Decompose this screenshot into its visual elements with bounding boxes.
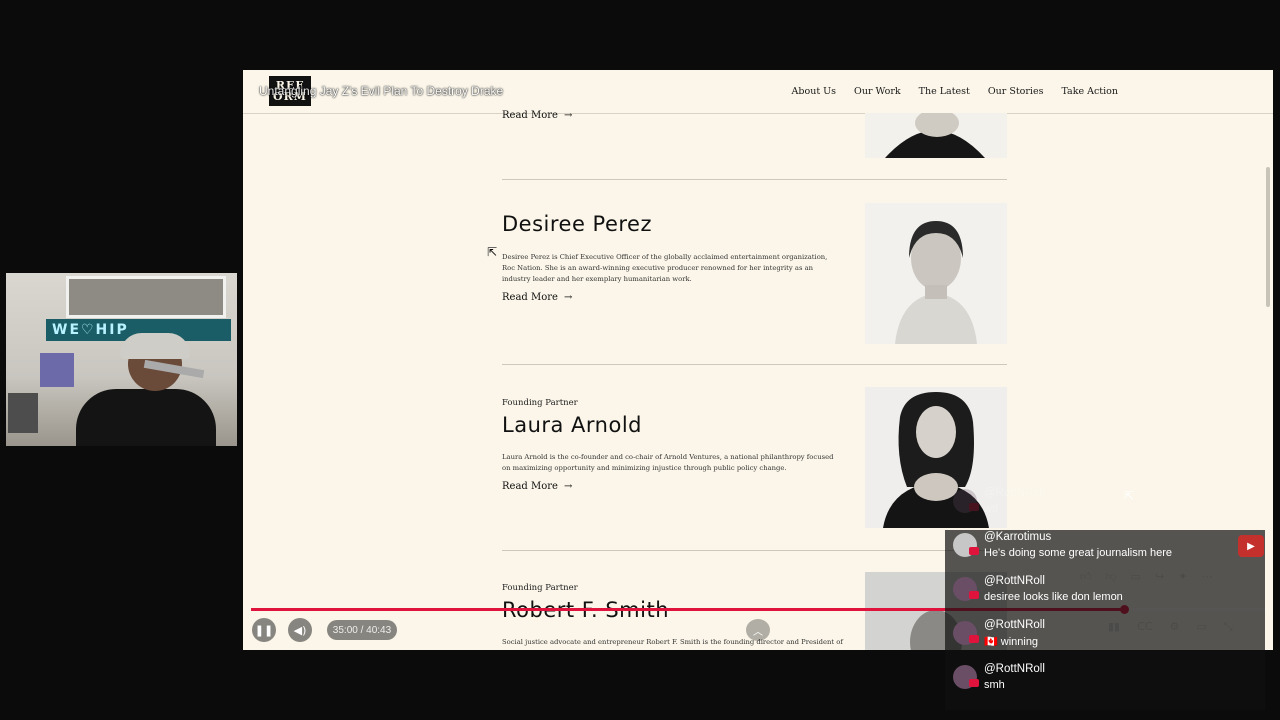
chat-username: @RottNRoll [984, 487, 1045, 499]
chat-text: desiree looks like don lemon [984, 591, 1123, 603]
chat-username: @RottNRoll [984, 663, 1045, 675]
read-more-link[interactable]: Read More → [502, 292, 572, 303]
chat-text: 🇨🇦 winning [984, 636, 1039, 648]
nav-our-stories[interactable]: Our Stories [988, 86, 1044, 97]
nav-take-action[interactable]: Take Action [1061, 86, 1118, 97]
divider [502, 364, 1007, 365]
profile-photo-image [865, 203, 1007, 344]
youtube-badge-icon [969, 503, 979, 511]
time-display: 35:00 / 40:43 [327, 620, 397, 640]
chevron-up-icon: ︿ [753, 626, 763, 638]
nav-our-work[interactable]: Our Work [854, 86, 901, 97]
streamer-cap [120, 333, 190, 359]
site-scrollbar[interactable] [1266, 167, 1270, 307]
read-more-link[interactable]: Read More → [502, 110, 572, 121]
nav-about-us[interactable]: About Us [792, 86, 837, 97]
entry-name: Laura Arnold [502, 413, 643, 437]
streamer-body [76, 389, 216, 446]
volume-button[interactable]: ◀) [288, 618, 312, 642]
chat-text: smh [984, 679, 1005, 691]
wall-frame [66, 276, 226, 318]
read-more-label: Read More [502, 481, 558, 492]
chat-text: He's doing some great journalism here [984, 547, 1172, 559]
chat-username: @RottNRoll [984, 575, 1045, 587]
youtube-badge-icon [969, 635, 979, 643]
entry-description: Social justice advocate and entrepreneur… [502, 638, 843, 650]
entry-role: Founding Partner [502, 583, 578, 593]
read-more-link[interactable]: Read More → [502, 481, 572, 492]
mouse-cursor-icon: ⇱ [487, 245, 498, 259]
divider [502, 179, 1007, 180]
nav-the-latest[interactable]: The Latest [919, 86, 970, 97]
chat-username: @RottNRoll [984, 619, 1045, 631]
expand-up-button[interactable]: ︿ [746, 619, 770, 641]
volume-icon: ◀) [293, 623, 307, 637]
arrow-right-icon: → [563, 110, 573, 121]
pause-icon: ❚❚ [254, 623, 274, 637]
entry-role: Founding Partner [502, 398, 578, 408]
chat-overlay: @RottNRoll wtf @Karrotimus He's doing so… [945, 485, 1265, 710]
entry-description: Laura Arnold is the co-founder and co-ch… [502, 453, 834, 472]
read-more-label: Read More [502, 292, 558, 303]
profile-photo-image [865, 113, 1007, 158]
read-more-label: Read More [502, 110, 558, 121]
chat-text: wtf [984, 503, 999, 515]
arrow-right-icon: → [563, 292, 573, 303]
wall-poster-2 [8, 393, 38, 433]
site-nav: About Us Our Work The Latest Our Stories… [792, 86, 1118, 97]
youtube-logo-icon: ▶ [1238, 535, 1264, 557]
youtube-badge-icon [969, 679, 979, 687]
arrow-right-icon: → [563, 481, 573, 492]
video-title[interactable]: Untangling Jay Z's Evil Plan To Destroy … [259, 84, 503, 98]
pause-button[interactable]: ❚❚ [252, 618, 276, 642]
site-header: REF ORM Untangling Jay Z's Evil Plan To … [243, 70, 1273, 114]
entry-description: Desiree Perez is Chief Executive Officer… [502, 253, 828, 283]
wall-poster [40, 353, 74, 387]
webcam-overlay: WE♡HIP [6, 273, 237, 446]
youtube-badge-icon [969, 591, 979, 599]
chat-username: @Karrotimus [984, 531, 1052, 543]
youtube-badge-icon [969, 547, 979, 555]
profile-photo [865, 113, 1007, 158]
divider [502, 550, 1007, 551]
streamer [76, 333, 216, 446]
entry-name: Desiree Perez [502, 212, 653, 236]
profile-photo-desiree-perez [865, 203, 1007, 344]
